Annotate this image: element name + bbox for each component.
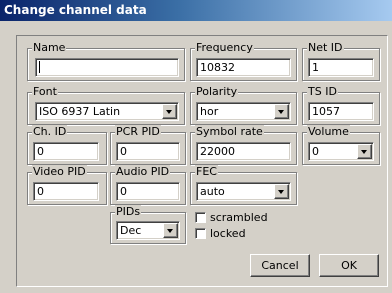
chevron-down-icon bbox=[278, 190, 284, 194]
polarity-dropdown-button[interactable] bbox=[274, 104, 289, 119]
pids-label: PIDs bbox=[115, 205, 142, 219]
symbol-rate-group: Symbol rate 22000 bbox=[190, 125, 297, 165]
symbol-rate-input[interactable]: 22000 bbox=[196, 142, 291, 161]
video-pid-group: Video PID 0 bbox=[27, 165, 107, 205]
net-id-input[interactable]: 1 bbox=[308, 58, 374, 77]
frequency-group: Frequency 10832 bbox=[190, 41, 297, 81]
font-label: Font bbox=[32, 85, 58, 99]
fec-label: FEC bbox=[195, 165, 218, 179]
fec-dropdown-button[interactable] bbox=[274, 184, 289, 199]
name-label: Name bbox=[32, 41, 67, 55]
symbol-rate-label: Symbol rate bbox=[195, 125, 264, 139]
dialog-title: Change channel data bbox=[0, 0, 392, 21]
font-select[interactable]: ISO 6937 Latin bbox=[35, 102, 179, 121]
ts-id-group: TS ID 1057 bbox=[302, 85, 380, 125]
pcr-pid-input[interactable]: 0 bbox=[116, 142, 180, 161]
chevron-down-icon bbox=[361, 150, 367, 154]
fec-selected: auto bbox=[200, 185, 225, 198]
cancel-button[interactable]: Cancel bbox=[250, 254, 310, 277]
audio-pid-input[interactable]: 0 bbox=[116, 182, 180, 201]
net-id-label: Net ID bbox=[307, 41, 344, 55]
polarity-select[interactable]: hor bbox=[196, 102, 291, 121]
change-channel-dialog: Change channel data Name Frequency 10832… bbox=[0, 0, 392, 293]
volume-select[interactable]: 0 bbox=[308, 142, 374, 161]
font-selected: ISO 6937 Latin bbox=[39, 105, 121, 118]
ch-id-input[interactable]: 0 bbox=[33, 142, 99, 161]
video-pid-label: Video PID bbox=[32, 165, 87, 179]
font-dropdown-button[interactable] bbox=[162, 104, 177, 119]
pids-selected: Dec bbox=[120, 224, 142, 237]
fec-select[interactable]: auto bbox=[196, 182, 291, 201]
frequency-label: Frequency bbox=[195, 41, 254, 55]
chevron-down-icon bbox=[278, 110, 284, 114]
chevron-down-icon bbox=[166, 110, 172, 114]
scrambled-checkbox[interactable]: scrambled bbox=[195, 211, 268, 225]
font-group: Font ISO 6937 Latin bbox=[27, 85, 185, 125]
volume-label: Volume bbox=[307, 125, 350, 139]
video-pid-input[interactable]: 0 bbox=[33, 182, 99, 201]
ts-id-input[interactable]: 1057 bbox=[308, 102, 374, 121]
ch-id-group: Ch. ID 0 bbox=[27, 125, 107, 165]
polarity-label: Polarity bbox=[195, 85, 239, 99]
dialog-client: Name Frequency 10832 Net ID 1 Font ISO 6… bbox=[0, 21, 392, 293]
pids-select[interactable]: Dec bbox=[116, 221, 180, 240]
ts-id-label: TS ID bbox=[307, 85, 338, 99]
ch-id-label: Ch. ID bbox=[32, 125, 68, 139]
locked-label: locked bbox=[210, 227, 246, 240]
net-id-group: Net ID 1 bbox=[302, 41, 380, 81]
fec-group: FEC auto bbox=[190, 165, 297, 205]
ok-button[interactable]: OK bbox=[319, 254, 379, 277]
pcr-pid-group: PCR PID 0 bbox=[110, 125, 186, 165]
volume-group: Volume 0 bbox=[302, 125, 380, 165]
scrambled-label: scrambled bbox=[210, 211, 268, 224]
volume-selected: 0 bbox=[312, 145, 319, 158]
name-input[interactable] bbox=[35, 58, 179, 77]
audio-pid-group: Audio PID 0 bbox=[110, 165, 186, 205]
text-caret bbox=[39, 61, 40, 73]
audio-pid-label: Audio PID bbox=[115, 165, 171, 179]
polarity-selected: hor bbox=[200, 105, 219, 118]
pids-group: PIDs Dec bbox=[110, 205, 186, 244]
polarity-group: Polarity hor bbox=[190, 85, 297, 125]
locked-checkbox-box[interactable] bbox=[195, 228, 206, 239]
pcr-pid-label: PCR PID bbox=[115, 125, 161, 139]
frequency-input[interactable]: 10832 bbox=[196, 58, 291, 77]
volume-dropdown-button[interactable] bbox=[357, 144, 372, 159]
locked-checkbox[interactable]: locked bbox=[195, 227, 246, 241]
scrambled-checkbox-box[interactable] bbox=[195, 212, 206, 223]
pids-dropdown-button[interactable] bbox=[163, 223, 178, 238]
name-group: Name bbox=[27, 41, 185, 81]
chevron-down-icon bbox=[167, 229, 173, 233]
